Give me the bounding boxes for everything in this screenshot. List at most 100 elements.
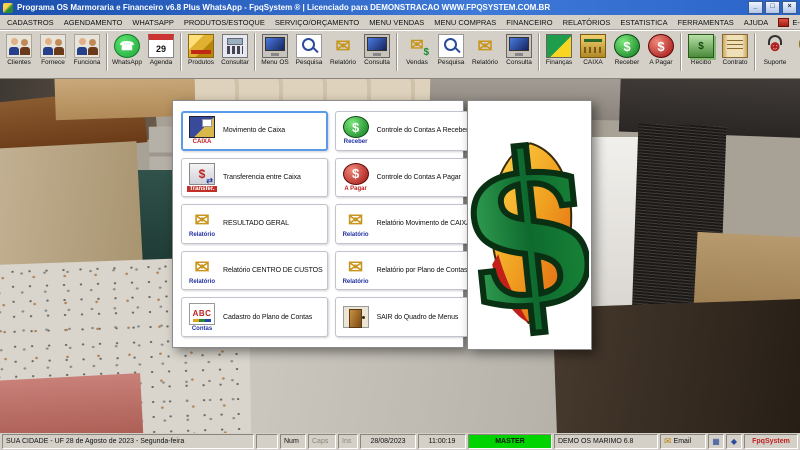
toolbar-label: A Pagar bbox=[649, 59, 673, 66]
dollar-red-icon bbox=[648, 34, 674, 58]
time-text: 11:00:19 bbox=[428, 438, 456, 445]
calendar-icon: 29 bbox=[148, 34, 174, 58]
toolbar-button-produtos[interactable]: Produtos bbox=[184, 32, 218, 68]
menu-button-relatorio-movimento-caixa[interactable]: Relatório Relatório Movimento de CAIXA bbox=[334, 204, 476, 244]
sales-icon bbox=[404, 34, 430, 58]
toolbar-separator bbox=[538, 33, 540, 71]
date-text: 28/08/2023 bbox=[370, 438, 406, 445]
menu-button-label: Relatório Movimento de CAIXA bbox=[376, 220, 471, 228]
toolbar-separator bbox=[396, 33, 398, 71]
status-diamond-icon[interactable]: ◆ bbox=[726, 434, 742, 449]
report-icon bbox=[472, 34, 498, 58]
toolbar-label: CAIXA bbox=[583, 59, 603, 66]
menu-compras[interactable]: MENU COMPRAS bbox=[429, 15, 501, 29]
grid-icon: ▦ bbox=[712, 437, 720, 446]
toolbar-label: Produtos bbox=[187, 59, 215, 66]
financial-menu-panel: CAIXA Movimento de Caixa Receber Control… bbox=[172, 100, 476, 348]
toolbar-button-contrato[interactable]: Contrato bbox=[718, 32, 752, 68]
toolbar-button-agenda[interactable]: 29 Agenda bbox=[144, 32, 178, 68]
calculator-icon bbox=[222, 34, 248, 58]
menu-cadastros[interactable]: CADASTROS bbox=[2, 15, 59, 29]
toolbar-label: Consultar bbox=[221, 59, 249, 66]
toolbar-button-a-pagar[interactable]: A Pagar bbox=[644, 32, 678, 68]
status-capslock: Caps bbox=[308, 434, 336, 449]
employees-icon bbox=[74, 34, 100, 58]
menu-label: PRODUTOS/ESTOQUE bbox=[183, 17, 265, 27]
statusbar: SUA CIDADE - UF 28 de Agosto de 2023 - S… bbox=[0, 433, 800, 450]
menu-button-transferencia-entre-caixa[interactable]: Transfer. Transferencia entre Caixa bbox=[181, 157, 328, 198]
status-insert: Ins bbox=[338, 434, 358, 449]
diamond-icon: ◆ bbox=[730, 437, 738, 446]
menu-label: RELATÓRIOS bbox=[562, 17, 611, 27]
status-numlock: Num bbox=[280, 434, 306, 449]
toolbar-separator bbox=[180, 33, 182, 71]
icon-caption: Relatório bbox=[188, 279, 215, 286]
application-window: Programa OS Marmoraria e Financeiro v6.8… bbox=[0, 0, 800, 450]
toolbar-button-recibo[interactable]: Recibo bbox=[684, 32, 718, 68]
app-icon bbox=[3, 2, 13, 13]
toolbar-button-pesquisa-os[interactable]: Pesquisa bbox=[292, 32, 326, 68]
monitor-icon bbox=[364, 34, 390, 58]
svg-text:$: $ bbox=[468, 102, 589, 347]
toolbar-button-financas[interactable]: Finanças bbox=[542, 32, 576, 68]
maximize-button[interactable]: □ bbox=[765, 1, 780, 14]
toolbar-button-relatorio-os[interactable]: Relatório bbox=[326, 32, 360, 68]
toolbar-button-pesquisa-vendas[interactable]: Pesquisa bbox=[434, 32, 468, 68]
menu-button-movimento-de-caixa[interactable]: CAIXA Movimento de Caixa bbox=[181, 111, 328, 151]
toolbar-button-relatorio-vendas[interactable]: Relatório bbox=[468, 32, 502, 68]
toolbar-button-consulta-os[interactable]: Consulta bbox=[360, 32, 394, 68]
toolbar-button-moeda[interactable] bbox=[792, 32, 800, 57]
minimize-button[interactable]: _ bbox=[748, 1, 763, 14]
toolbar-button-receber[interactable]: Receber bbox=[610, 32, 644, 68]
menu-whatsapp[interactable]: WHATSAPP bbox=[127, 15, 179, 29]
menu-button-resultado-geral[interactable]: Relatório RESULTADO GERAL bbox=[181, 204, 328, 244]
cash-drawer-icon bbox=[580, 34, 606, 58]
status-grid-icon[interactable]: ▦ bbox=[708, 434, 724, 449]
toolbar-button-fornecedores[interactable]: Fornece bbox=[36, 32, 70, 68]
toolbar-button-menu-os[interactable]: Menu OS bbox=[258, 32, 292, 68]
icon-caption: A Pagar bbox=[344, 185, 367, 192]
toolbar-button-funcionarios[interactable]: Funciona bbox=[70, 32, 104, 68]
dollar-red-icon bbox=[342, 162, 369, 185]
status-email[interactable]: ✉ Email bbox=[660, 434, 706, 449]
menubar: CADASTROS AGENDAMENTO WHATSAPP PRODUTOS/… bbox=[0, 15, 800, 30]
email-icon bbox=[778, 17, 790, 27]
menu-financeiro[interactable]: FINANCEIRO bbox=[501, 15, 557, 29]
close-button[interactable]: × bbox=[782, 1, 797, 14]
menu-estatistica[interactable]: ESTATISTICA bbox=[615, 15, 672, 29]
toolbar-label: Vendas bbox=[406, 59, 428, 66]
menu-produtos-estoque[interactable]: PRODUTOS/ESTOQUE bbox=[179, 15, 270, 29]
menu-button-contas-a-pagar[interactable]: A Pagar Controle do Contas A Pagar bbox=[334, 157, 476, 198]
window-title: Programa OS Marmoraria e Financeiro v6.8… bbox=[17, 3, 551, 12]
toolbar-button-whatsapp[interactable]: WhatsApp bbox=[110, 32, 144, 68]
menu-button-label: Cadastro do Plano de Contas bbox=[223, 313, 313, 321]
toolbar-separator bbox=[106, 33, 108, 71]
menu-button-relatorio-plano-de-contas[interactable]: Relatório Relatório por Plano de Contas bbox=[334, 250, 476, 291]
toolbar-button-consultar[interactable]: Consultar bbox=[218, 32, 252, 68]
toolbar-button-caixa[interactable]: CAIXA bbox=[576, 32, 610, 68]
menu-ferramentas[interactable]: FERRAMENTAS bbox=[673, 15, 739, 29]
menu-vendas[interactable]: MENU VENDAS bbox=[364, 15, 429, 29]
menu-relatorios[interactable]: RELATÓRIOS bbox=[558, 15, 616, 29]
menu-button-contas-a-receber[interactable]: Receber Controle do Contas A Receber bbox=[334, 111, 476, 151]
support-icon bbox=[762, 34, 788, 58]
finance-flag-icon bbox=[546, 34, 572, 58]
toolbar-button-suporte[interactable]: Suporte bbox=[758, 32, 792, 68]
toolbar-button-vendas[interactable]: Vendas bbox=[400, 32, 434, 68]
menu-email[interactable]: E-MAIL bbox=[773, 15, 800, 29]
toolbar-label: Clientes bbox=[7, 59, 31, 66]
menu-servico-orcamento[interactable]: SERVIÇO/ORÇAMENTO bbox=[270, 15, 364, 29]
menu-button-sair-do-quadro-de-menus[interactable]: SAIR do Quadro de Menus bbox=[334, 297, 476, 337]
toolbar-button-clientes[interactable]: Clientes bbox=[2, 32, 36, 68]
menu-label: CADASTROS bbox=[7, 17, 54, 27]
menu-button-relatorio-centro-de-custos[interactable]: Relatório Relatório CENTRO DE CUSTOS bbox=[181, 250, 328, 291]
email-icon: ✉ bbox=[664, 436, 672, 446]
user-text: MASTER bbox=[495, 438, 525, 445]
menu-agendamento[interactable]: AGENDAMENTO bbox=[59, 15, 128, 29]
brand-text: FpqSystem bbox=[752, 438, 790, 445]
menu-button-cadastro-plano-de-contas[interactable]: Contas Cadastro do Plano de Contas bbox=[181, 297, 328, 337]
menu-ajuda[interactable]: AJUDA bbox=[739, 15, 774, 29]
toolbar-label: Consulta bbox=[506, 59, 532, 66]
toolbar-button-consulta-vendas[interactable]: Consulta bbox=[502, 32, 536, 68]
toolbar-separator bbox=[254, 33, 256, 71]
